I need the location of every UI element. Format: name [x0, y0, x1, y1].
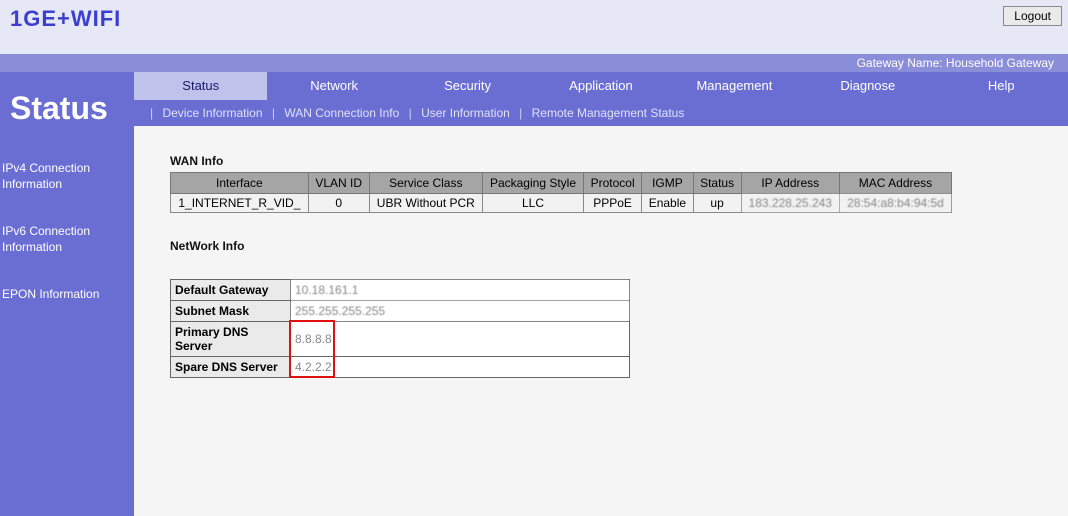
label-subnet-mask: Subnet Mask [171, 301, 291, 322]
cell-service: UBR Without PCR [369, 194, 482, 213]
cell-igmp: Enable [642, 194, 693, 213]
value-subnet-mask: 255.255.255.255 [291, 301, 630, 322]
cell-ip: 183.228.25.243 [741, 194, 839, 213]
cell-protocol: PPPoE [584, 194, 642, 213]
network-info-title: NetWork Info [170, 239, 1048, 253]
th-protocol: Protocol [584, 173, 642, 194]
label-default-gateway: Default Gateway [171, 280, 291, 301]
label-primary-dns: Primary DNS Server [171, 322, 291, 357]
th-igmp: IGMP [642, 173, 693, 194]
cell-interface: 1_INTERNET_R_VID_ [171, 194, 309, 213]
th-packaging: Packaging Style [482, 173, 583, 194]
logout-button[interactable]: Logout [1003, 6, 1062, 26]
network-info-table: Default Gateway 10.18.161.1 Subnet Mask … [170, 279, 630, 378]
sidebar: Status IPv4 Connection Information IPv6 … [0, 72, 134, 516]
label-spare-dns: Spare DNS Server [171, 357, 291, 378]
th-interface: Interface [171, 173, 309, 194]
sub-nav: | Device Information | WAN Connection In… [134, 100, 1068, 126]
tab-help[interactable]: Help [935, 72, 1068, 100]
tab-status[interactable]: Status [134, 72, 267, 100]
subnav-user-info[interactable]: User Information [421, 106, 510, 120]
tab-management[interactable]: Management [668, 72, 801, 100]
tab-diagnose[interactable]: Diagnose [801, 72, 934, 100]
page-title: Status [0, 72, 134, 153]
value-primary-dns: 8.8.8.8 [291, 322, 630, 357]
tab-network[interactable]: Network [267, 72, 400, 100]
subnav-device-info[interactable]: Device Information [162, 106, 262, 120]
th-service: Service Class [369, 173, 482, 194]
table-row: 1_INTERNET_R_VID_ 0 UBR Without PCR LLC … [171, 194, 952, 213]
tab-application[interactable]: Application [534, 72, 667, 100]
th-vlan: VLAN ID [308, 173, 369, 194]
subnav-wan-connection[interactable]: WAN Connection Info [284, 106, 399, 120]
value-default-gateway: 10.18.161.1 [291, 280, 630, 301]
gateway-name-label: Gateway Name: Household Gateway [0, 54, 1068, 72]
wan-info-title: WAN Info [170, 154, 1048, 168]
tab-bar: Status Network Security Application Mana… [134, 72, 1068, 100]
tab-security[interactable]: Security [401, 72, 534, 100]
th-status: Status [693, 173, 741, 194]
sidebar-item-epon[interactable]: EPON Information [0, 279, 134, 311]
main-area: Status Network Security Application Mana… [134, 72, 1068, 516]
top-bar: 1GE+WIFI Logout [0, 0, 1068, 54]
value-spare-dns: 4.2.2.2 [291, 357, 630, 378]
sidebar-item-ipv6[interactable]: IPv6 Connection Information [0, 216, 134, 263]
cell-packaging: LLC [482, 194, 583, 213]
subnav-remote-mgmt[interactable]: Remote Management Status [532, 106, 685, 120]
content: WAN Info Interface VLAN ID Service Class… [134, 126, 1068, 398]
cell-vlan: 0 [308, 194, 369, 213]
brand-logo: 1GE+WIFI [10, 6, 1058, 32]
sidebar-item-ipv4[interactable]: IPv4 Connection Information [0, 153, 134, 200]
th-mac: MAC Address [839, 173, 951, 194]
th-ip: IP Address [741, 173, 839, 194]
cell-status: up [693, 194, 741, 213]
cell-mac: 28:54:a8:b4:94:5d [839, 194, 951, 213]
wan-info-table: Interface VLAN ID Service Class Packagin… [170, 172, 952, 213]
